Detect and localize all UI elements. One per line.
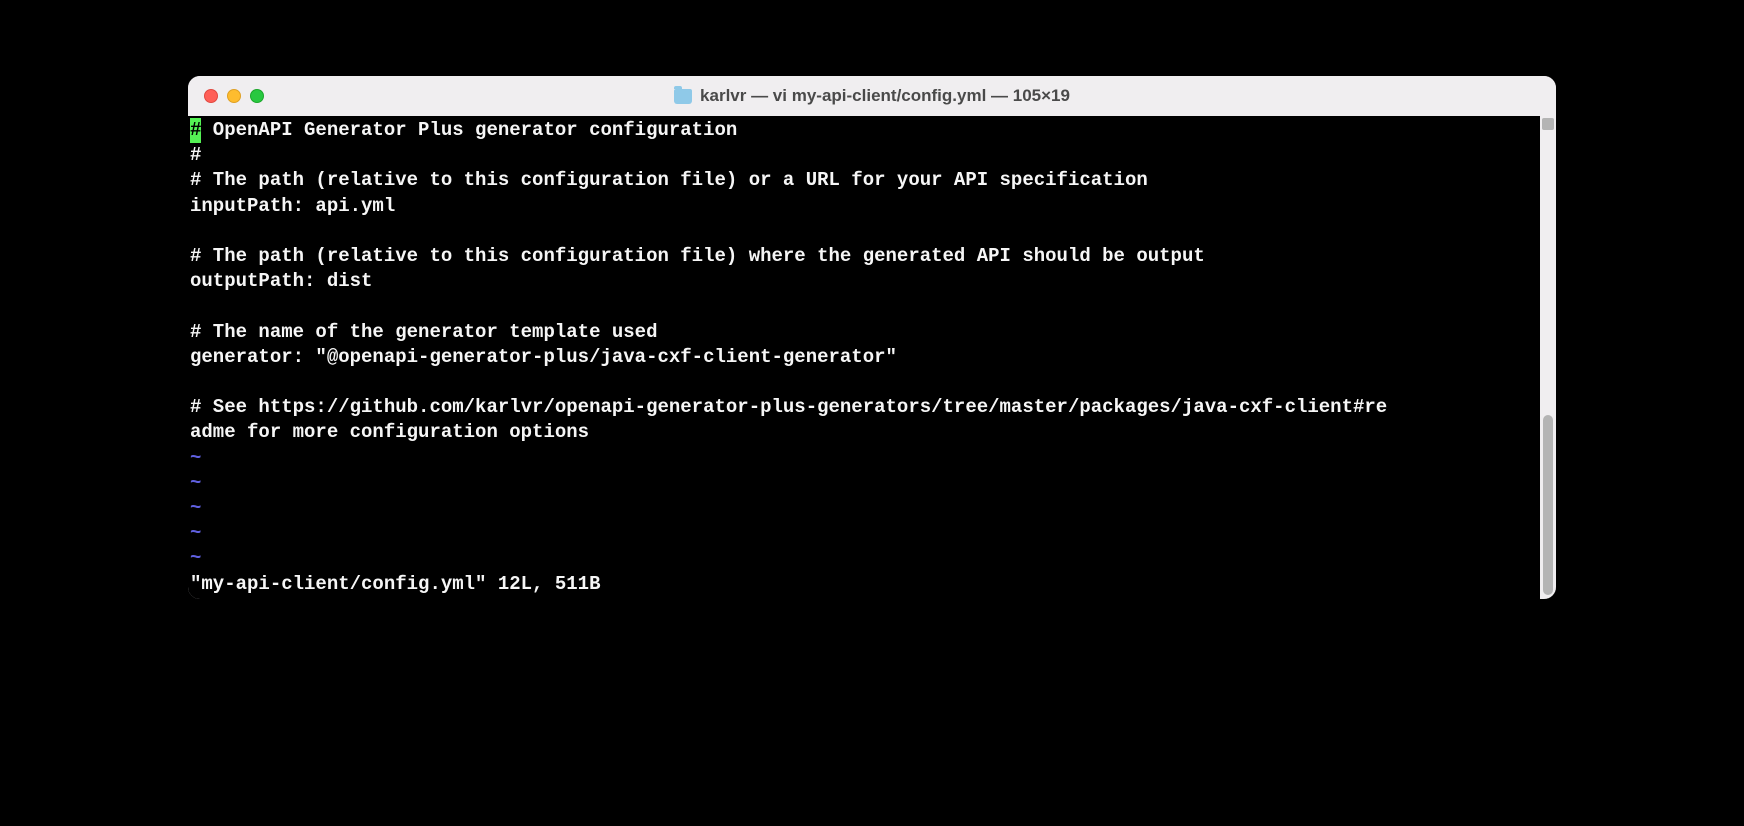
editor-line: [190, 294, 1538, 319]
empty-line-tilde: ~: [190, 547, 201, 569]
terminal-window: karlvr — vi my-api-client/config.yml — 1…: [188, 76, 1556, 599]
editor-text: [190, 371, 201, 393]
window-titlebar[interactable]: karlvr — vi my-api-client/config.yml — 1…: [188, 76, 1556, 116]
window-title: karlvr — vi my-api-client/config.yml — 1…: [674, 86, 1070, 106]
editor-text: #: [190, 144, 201, 166]
editor-text: adme for more configuration options: [190, 421, 589, 443]
editor-line: inputPath: api.yml: [190, 194, 1538, 219]
editor-line: [190, 219, 1538, 244]
editor-line: outputPath: dist: [190, 269, 1538, 294]
editor-text: # The path (relative to this configurati…: [190, 169, 1148, 191]
editor-line: adme for more configuration options: [190, 420, 1538, 445]
editor-line: #: [190, 143, 1538, 168]
editor-line: # See https://github.com/karlvr/openapi-…: [190, 395, 1538, 420]
editor-line: ~: [190, 521, 1538, 546]
empty-line-tilde: ~: [190, 472, 201, 494]
editor-line: # The path (relative to this configurati…: [190, 244, 1538, 269]
scrollbar[interactable]: [1540, 116, 1556, 599]
editor-text: outputPath: dist: [190, 270, 372, 292]
editor-text: inputPath: api.yml: [190, 195, 395, 217]
editor-line: # The name of the generator template use…: [190, 320, 1538, 345]
editor-line: ~: [190, 496, 1538, 521]
editor-text: # The name of the generator template use…: [190, 321, 657, 343]
editor-line: "my-api-client/config.yml" 12L, 511B: [190, 572, 1538, 597]
terminal-body: # OpenAPI Generator Plus generator confi…: [188, 116, 1556, 599]
editor-text: # See https://github.com/karlvr/openapi-…: [190, 396, 1387, 418]
editor-text: "my-api-client/config.yml" 12L, 511B: [190, 573, 600, 595]
zoom-button[interactable]: [250, 89, 264, 103]
folder-icon: [674, 89, 692, 104]
close-button[interactable]: [204, 89, 218, 103]
minimize-button[interactable]: [227, 89, 241, 103]
editor-line: generator: "@openapi-generator-plus/java…: [190, 345, 1538, 370]
window-controls: [204, 89, 264, 103]
editor-line: # OpenAPI Generator Plus generator confi…: [190, 118, 1538, 143]
editor-line: ~: [190, 471, 1538, 496]
scroll-indicator: [1542, 118, 1554, 130]
cursor: #: [190, 118, 201, 143]
editor-content[interactable]: # OpenAPI Generator Plus generator confi…: [188, 116, 1540, 599]
empty-line-tilde: ~: [190, 447, 201, 469]
editor-line: ~: [190, 546, 1538, 571]
editor-line: ~: [190, 446, 1538, 471]
empty-line-tilde: ~: [190, 497, 201, 519]
editor-text: generator: "@openapi-generator-plus/java…: [190, 346, 897, 368]
editor-line: [190, 370, 1538, 395]
editor-text: OpenAPI Generator Plus generator configu…: [201, 119, 737, 141]
window-title-text: karlvr — vi my-api-client/config.yml — 1…: [700, 86, 1070, 106]
editor-text: [190, 220, 201, 242]
editor-text: [190, 295, 201, 317]
empty-line-tilde: ~: [190, 522, 201, 544]
editor-text: # The path (relative to this configurati…: [190, 245, 1205, 267]
editor-line: # The path (relative to this configurati…: [190, 168, 1538, 193]
scroll-thumb[interactable]: [1543, 415, 1553, 595]
